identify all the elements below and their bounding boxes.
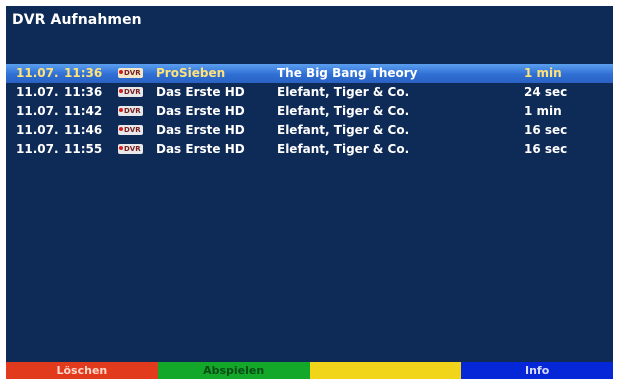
recording-date: 11.07. xyxy=(16,104,59,118)
record-dot-icon xyxy=(119,146,123,150)
recording-row[interactable]: 11.07. 11:55 DVR Das Erste HD Elefant, T… xyxy=(6,140,613,159)
recording-date: 11.07. xyxy=(16,66,59,80)
recording-time: 11:36 xyxy=(64,66,103,80)
recordings-list: 11.07. 11:36 DVR ProSieben The Big Bang … xyxy=(6,64,613,159)
recording-channel: Das Erste HD xyxy=(156,142,245,156)
recording-time: 11:46 xyxy=(64,123,103,137)
recording-title: Elefant, Tiger & Co. xyxy=(277,123,410,137)
recording-row[interactable]: 11.07. 11:36 DVR Das Erste HD Elefant, T… xyxy=(6,83,613,102)
recording-channel: Das Erste HD xyxy=(156,104,245,118)
recording-title: The Big Bang Theory xyxy=(277,66,418,80)
recording-date: 11.07. xyxy=(16,85,59,99)
recording-date: 11.07. xyxy=(16,123,59,137)
recording-title: Elefant, Tiger & Co. xyxy=(277,104,410,118)
recording-time: 11:55 xyxy=(64,142,103,156)
page-title: DVR Aufnahmen xyxy=(12,12,142,28)
dvr-badge: DVR xyxy=(118,140,152,159)
dvr-badge-label: DVR xyxy=(124,107,141,115)
record-dot-icon xyxy=(119,108,123,112)
recording-duration: 16 sec xyxy=(524,123,568,137)
dvr-badge-label: DVR xyxy=(124,88,141,96)
recording-channel: ProSieben xyxy=(156,66,226,80)
dvr-badge: DVR xyxy=(118,102,152,121)
recording-title: Elefant, Tiger & Co. xyxy=(277,85,410,99)
record-dot-icon xyxy=(119,70,123,74)
dvr-badge-label: DVR xyxy=(124,69,141,77)
green-key-play-button[interactable]: Abspielen xyxy=(157,362,310,379)
recording-date: 11.07. xyxy=(16,142,59,156)
recording-row[interactable]: 11.07. 11:36 DVR ProSieben The Big Bang … xyxy=(6,64,613,83)
recording-row[interactable]: 11.07. 11:46 DVR Das Erste HD Elefant, T… xyxy=(6,121,613,140)
dvr-screen: DVR Aufnahmen 11.07. 11:36 DVR ProSieben… xyxy=(6,6,613,379)
record-dot-icon xyxy=(119,127,123,131)
recording-time: 11:42 xyxy=(64,104,103,118)
recording-title: Elefant, Tiger & Co. xyxy=(277,142,410,156)
recording-duration: 1 min xyxy=(524,66,562,80)
recording-row[interactable]: 11.07. 11:42 DVR Das Erste HD Elefant, T… xyxy=(6,102,613,121)
dvr-badge-label: DVR xyxy=(124,126,141,134)
dvr-badge: DVR xyxy=(118,64,152,83)
recording-duration: 16 sec xyxy=(524,142,568,156)
recording-time: 11:36 xyxy=(64,85,103,99)
recording-channel: Das Erste HD xyxy=(156,85,245,99)
dvr-badge: DVR xyxy=(118,83,152,102)
dvr-badge: DVR xyxy=(118,121,152,140)
recording-duration: 24 sec xyxy=(524,85,568,99)
blue-key-info-button[interactable]: Info xyxy=(461,362,613,379)
recording-channel: Das Erste HD xyxy=(156,123,245,137)
record-dot-icon xyxy=(119,89,123,93)
red-key-delete-button[interactable]: Löschen xyxy=(6,362,158,379)
recording-duration: 1 min xyxy=(524,104,562,118)
dvr-badge-label: DVR xyxy=(124,145,141,153)
yellow-key-button[interactable] xyxy=(309,362,462,379)
color-key-bar: Löschen Abspielen Info xyxy=(6,362,613,379)
